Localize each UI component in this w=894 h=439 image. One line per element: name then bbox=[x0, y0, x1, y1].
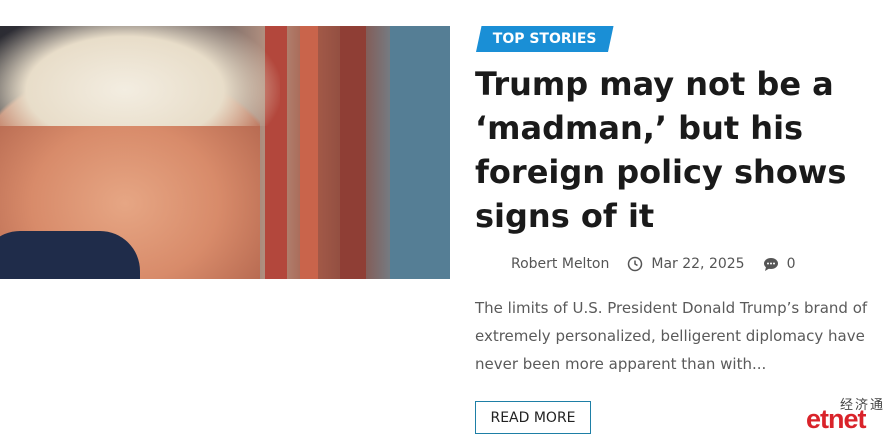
comment-count-text: 0 bbox=[786, 256, 796, 272]
comment-bubble-icon bbox=[763, 257, 778, 271]
read-more-button[interactable]: READ MORE bbox=[475, 401, 591, 434]
article-title[interactable]: Trump may not be a ‘madman,’ but his for… bbox=[475, 62, 875, 238]
watermark-english: etnet bbox=[806, 404, 867, 434]
background-stripe bbox=[300, 26, 318, 279]
article-meta: Robert Melton Mar 22, 2025 0 bbox=[511, 256, 796, 272]
author-name[interactable]: Robert Melton bbox=[511, 256, 609, 272]
clock-icon bbox=[628, 256, 643, 272]
category-badge[interactable]: TOP STORIES bbox=[476, 26, 614, 52]
background-stripe bbox=[390, 26, 450, 279]
category-label: TOP STORIES bbox=[492, 31, 597, 47]
publish-date: Mar 22, 2025 bbox=[627, 256, 745, 272]
article-excerpt: The limits of U.S. President Donald Trum… bbox=[475, 299, 868, 373]
etnet-watermark: 经济通 etnet bbox=[806, 394, 890, 438]
portrait-hair bbox=[0, 26, 280, 126]
background-stripe bbox=[340, 26, 366, 279]
date-text: Mar 22, 2025 bbox=[651, 256, 745, 272]
portrait-suit bbox=[0, 231, 140, 279]
article-image[interactable] bbox=[0, 26, 450, 279]
comment-count[interactable]: 0 bbox=[763, 256, 796, 272]
